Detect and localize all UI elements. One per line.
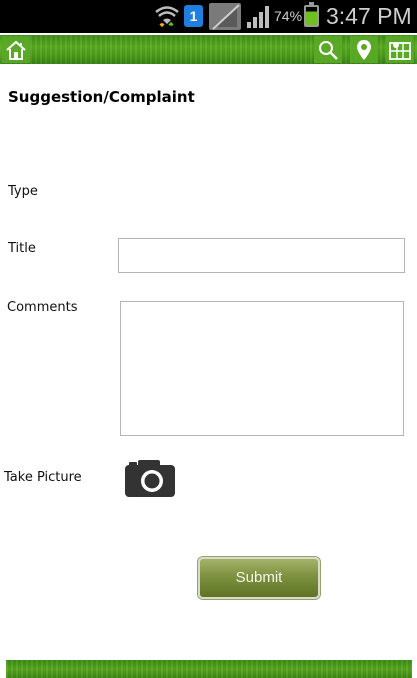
status-bar: 1 74% 3:47 PM: [0, 0, 417, 33]
take-picture-label: Take Picture: [4, 470, 82, 485]
signal-icon: [247, 6, 269, 28]
location-pin-icon: [357, 39, 371, 60]
title-input[interactable]: [118, 238, 405, 273]
wifi-icon: [155, 6, 179, 28]
app-header: [0, 35, 417, 64]
type-label: Type: [8, 184, 38, 199]
search-button[interactable]: [314, 36, 342, 63]
map-icon: [389, 41, 411, 60]
home-button[interactable]: [2, 36, 30, 63]
map-button[interactable]: [386, 36, 414, 63]
clock: 3:47 PM: [326, 3, 412, 29]
comments-textarea[interactable]: [120, 301, 404, 436]
location-button[interactable]: [350, 36, 378, 63]
home-icon: [6, 40, 26, 60]
no-sim-icon: [209, 3, 241, 30]
comments-label: Comments: [7, 300, 78, 315]
battery-percent: 74%: [274, 8, 303, 24]
battery-icon: [304, 2, 319, 27]
footer-bar: [6, 660, 412, 678]
search-icon: [319, 40, 338, 60]
page-title: Suggestion/Complaint: [8, 88, 195, 106]
notification-icon: 1: [184, 5, 203, 27]
submit-button[interactable]: Submit: [198, 557, 320, 599]
camera-icon[interactable]: [124, 458, 176, 498]
title-label: Title: [8, 241, 36, 256]
